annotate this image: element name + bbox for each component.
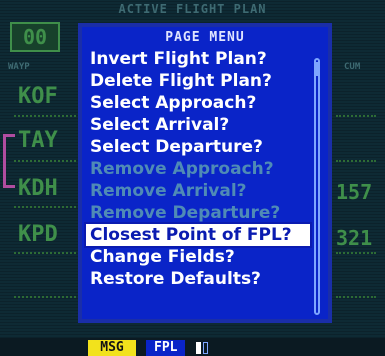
menu-scrollbar[interactable] (314, 58, 320, 315)
menu-item-remove-approach: Remove Approach? (90, 159, 274, 179)
waypoint-row-2: TAY (18, 128, 58, 153)
menu-item-restore-defaults[interactable]: Restore Defaults? (86, 268, 310, 290)
cumulative-value-1: 157 (336, 180, 373, 204)
status-bar: MSG FPL (0, 338, 385, 356)
menu-item-select-approach[interactable]: Select Approach? (86, 92, 310, 114)
menu-item-remove-departure: Remove Departure? (90, 203, 281, 223)
page-position-icon (196, 342, 212, 354)
menu-title: PAGE MENU (165, 30, 245, 45)
msg-annunciator: MSG (88, 340, 136, 356)
waypoint-row-1: KOF (18, 84, 58, 109)
gps-screen: ACTIVE FLIGHT PLAN 00 WAYP CUM KOF TAY K… (0, 0, 385, 338)
waypoint-row-4: KPD (18, 222, 58, 247)
dotted-separator (336, 115, 376, 117)
dotted-separator (14, 252, 76, 254)
menu-item-closest-point-of-fpl[interactable]: Closest Point of FPL? (84, 222, 312, 248)
menu-item-invert-flight-plan[interactable]: Invert Flight Plan? (86, 48, 310, 70)
menu-item-delete-flight-plan[interactable]: Delete Flight Plan? (86, 70, 310, 92)
dotted-separator (336, 160, 376, 162)
page-menu: PAGE MENU Invert Flight Plan? Delete Fli… (78, 23, 332, 323)
menu-list: Invert Flight Plan? Delete Flight Plan? … (84, 48, 312, 290)
waypoint-row-3: KDH (18, 176, 58, 201)
dotted-separator (14, 160, 76, 162)
dotted-separator (336, 296, 376, 298)
menu-item-change-fields[interactable]: Change Fields? (86, 246, 310, 268)
menu-item-select-arrival[interactable]: Select Arrival? (86, 114, 310, 136)
menu-item-remove-arrival: Remove Arrival? (90, 181, 247, 201)
menu-item-select-departure[interactable]: Select Departure? (86, 136, 310, 158)
scrollbar-thumb[interactable] (316, 62, 318, 76)
cumulative-value-2: 321 (336, 226, 373, 250)
dotted-separator (14, 206, 76, 208)
dotted-separator (14, 115, 76, 117)
dotted-separator (14, 296, 76, 298)
fpl-page-group: FPL (146, 340, 186, 356)
dotted-separator (336, 252, 376, 254)
code-box: 00 (10, 22, 60, 52)
page-title: ACTIVE FLIGHT PLAN (118, 2, 267, 16)
column-header-waypoint: WAYP (8, 62, 30, 72)
column-header-cumulative: CUM (344, 62, 361, 72)
